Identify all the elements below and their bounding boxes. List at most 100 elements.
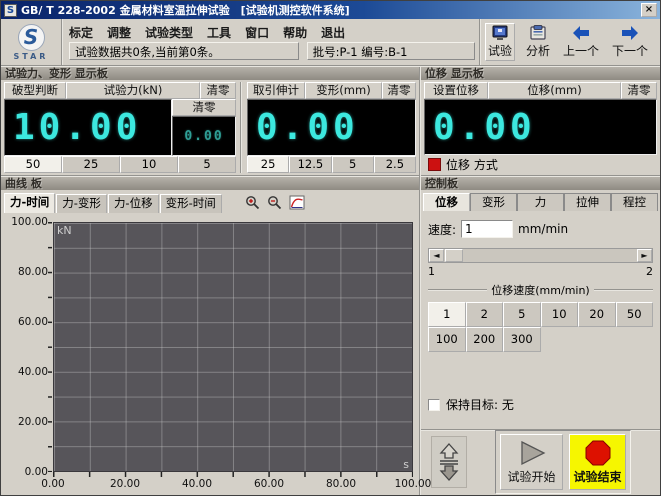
speed-preset-100[interactable]: 100 <box>428 327 466 352</box>
tab-force-disp[interactable]: 力-位移 <box>108 194 159 213</box>
next-button[interactable]: 下一个 <box>610 24 650 60</box>
deform-range-5[interactable]: 5 <box>332 156 374 173</box>
force-range-25[interactable]: 25 <box>62 156 120 173</box>
menu-test-type[interactable]: 试验类型 <box>145 24 193 41</box>
hold-target-label: 保持目标: 无 <box>446 396 514 413</box>
jog-arrows-icon <box>437 442 461 482</box>
speed-preset-200[interactable]: 200 <box>466 327 504 352</box>
x-tick-label: 20.00 <box>110 478 140 490</box>
ctl-tab-tensile[interactable]: 拉伸 <box>564 193 611 211</box>
force-range-50[interactable]: 50 <box>4 156 62 173</box>
y-axis-ticks <box>48 222 52 472</box>
tab-force-deform[interactable]: 力-变形 <box>56 194 107 213</box>
right-column: 位移 显示板 设置位移 位移(mm) 清零 0.00 位移 方式 <box>421 67 660 495</box>
force-section: 破型判断 试验力(kN) 清零 10.00 清零 0.00 <box>4 82 242 173</box>
bottom-controls: 试验开始 试验结束 <box>421 429 660 495</box>
force-clear-button[interactable]: 清零 <box>200 82 236 99</box>
y-tick-label: 0.00 <box>3 466 48 478</box>
menu-help[interactable]: 帮助 <box>283 24 307 41</box>
divider <box>594 289 653 291</box>
speed-preset-10[interactable]: 10 <box>541 302 579 327</box>
deform-range-12-5[interactable]: 12.5 <box>289 156 331 173</box>
x-tick-label: 80.00 <box>326 478 356 490</box>
chart-plot-area: kN s <box>53 222 413 472</box>
set-displacement-button[interactable]: 设置位移 <box>424 82 488 99</box>
curve-tab-row: 力-时间 力-变形 力-位移 变形-时间 <box>1 190 419 213</box>
displacement-clear-button[interactable]: 清零 <box>621 82 657 99</box>
curve-panel: 曲线 板 力-时间 力-变形 力-位移 变形-时间 <box>1 177 419 495</box>
logo: S STAR <box>1 19 63 65</box>
force-range-5[interactable]: 5 <box>178 156 236 173</box>
displacement-label-button[interactable]: 位移(mm) <box>488 82 621 99</box>
x-tick-label: 0.00 <box>41 478 64 490</box>
menu-tools[interactable]: 工具 <box>207 24 231 41</box>
speed-preset-2[interactable]: 2 <box>466 302 504 327</box>
y-tick-label: 100.00 <box>3 216 48 228</box>
speed-preset-300[interactable]: 300 <box>503 327 541 352</box>
zoom-in-icon[interactable] <box>245 195 261 210</box>
test-stop-button[interactable]: 试验结束 <box>569 434 626 490</box>
deform-clear-button[interactable]: 清零 <box>382 82 416 99</box>
ctl-tab-deform[interactable]: 变形 <box>470 193 517 211</box>
previous-button-label: 上一个 <box>563 42 599 59</box>
menu-window[interactable]: 窗口 <box>245 24 269 41</box>
extensometer-button[interactable]: 取引伸计 <box>247 82 305 99</box>
main-area: 试验力、变形 显示板 破型判断 试验力(kN) 清零 10.00 清零 0 <box>1 67 660 495</box>
x-axis-ticks <box>53 472 413 477</box>
left-column: 试验力、变形 显示板 破型判断 试验力(kN) 清零 10.00 清零 0 <box>1 67 421 495</box>
force-range-row: 50 25 10 5 <box>4 156 236 173</box>
deform-value-display: 0.00 <box>247 99 416 156</box>
analyze-button[interactable]: 分析 <box>524 24 552 60</box>
control-tab-row: 位移 变形 力 拉伸 程控 <box>421 190 660 211</box>
toolbar: S STAR 标定 调整 试验类型 工具 窗口 帮助 退出 试验数据共0条,当前… <box>1 19 660 67</box>
jog-updown-button[interactable] <box>431 436 467 488</box>
control-body: 速度: mm/min ◄ ► 1 2 <box>421 211 660 429</box>
ctl-tab-displacement[interactable]: 位移 <box>423 193 470 211</box>
test-start-label: 试验开始 <box>507 468 555 485</box>
close-button[interactable]: × <box>641 3 657 17</box>
ctl-tab-program[interactable]: 程控 <box>611 193 658 211</box>
test-start-button[interactable]: 试验开始 <box>500 434 563 490</box>
tab-deform-time[interactable]: 变形-时间 <box>160 194 222 213</box>
break-judge-button[interactable]: 破型判断 <box>4 82 66 99</box>
test-button-label: 试验 <box>488 42 512 59</box>
menu-calibrate[interactable]: 标定 <box>69 24 93 41</box>
mode-indicator-icon <box>428 158 441 171</box>
slider-right-arrow-icon[interactable]: ► <box>637 249 652 262</box>
analyze-button-label: 分析 <box>526 42 550 59</box>
speed-preset-20[interactable]: 20 <box>578 302 616 327</box>
deform-label-button[interactable]: 变形(mm) <box>305 82 382 99</box>
curve-tool-icon[interactable] <box>289 195 305 210</box>
menu-adjust[interactable]: 调整 <box>107 24 131 41</box>
slider-track[interactable] <box>444 249 637 262</box>
slider-left-arrow-icon[interactable]: ◄ <box>429 249 444 262</box>
hold-target-checkbox[interactable] <box>428 399 440 411</box>
deform-section: 取引伸计 变形(mm) 清零 0.00 25 12.5 5 2.5 <box>247 82 416 173</box>
chart-tools <box>245 195 305 213</box>
force-label-button[interactable]: 试验力(kN) <box>66 82 200 99</box>
hold-target-row: 保持目标: 无 <box>428 396 653 413</box>
force-deform-panel-title: 试验力、变形 显示板 <box>1 67 419 80</box>
zoom-out-icon[interactable] <box>267 195 283 210</box>
speed-preset-1[interactable]: 1 <box>428 302 466 327</box>
speed-label: 速度: <box>428 221 456 238</box>
speed-preset-50[interactable]: 50 <box>616 302 654 327</box>
displacement-body: 设置位移 位移(mm) 清零 0.00 位移 方式 <box>421 80 660 175</box>
peak-clear-button[interactable]: 清零 <box>172 99 236 116</box>
ctl-tab-force[interactable]: 力 <box>517 193 564 211</box>
force-value-display: 10.00 <box>4 99 172 156</box>
slider-thumb[interactable] <box>445 249 463 262</box>
x-tick-label: 60.00 <box>254 478 284 490</box>
previous-button[interactable]: 上一个 <box>561 24 601 60</box>
y-tick-label: 80.00 <box>3 266 48 278</box>
deform-range-25[interactable]: 25 <box>247 156 289 173</box>
tab-force-time[interactable]: 力-时间 <box>4 193 55 213</box>
test-button[interactable]: 试验 <box>485 23 515 61</box>
force-range-10[interactable]: 10 <box>120 156 178 173</box>
control-panel: 控制板 位移 变形 力 拉伸 程控 速度: mm/min ◄ <box>421 177 660 495</box>
speed-slider[interactable]: ◄ ► <box>428 248 653 263</box>
deform-range-2-5[interactable]: 2.5 <box>374 156 416 173</box>
menu-exit[interactable]: 退出 <box>321 24 345 41</box>
speed-preset-5[interactable]: 5 <box>503 302 541 327</box>
speed-input[interactable] <box>461 220 513 238</box>
